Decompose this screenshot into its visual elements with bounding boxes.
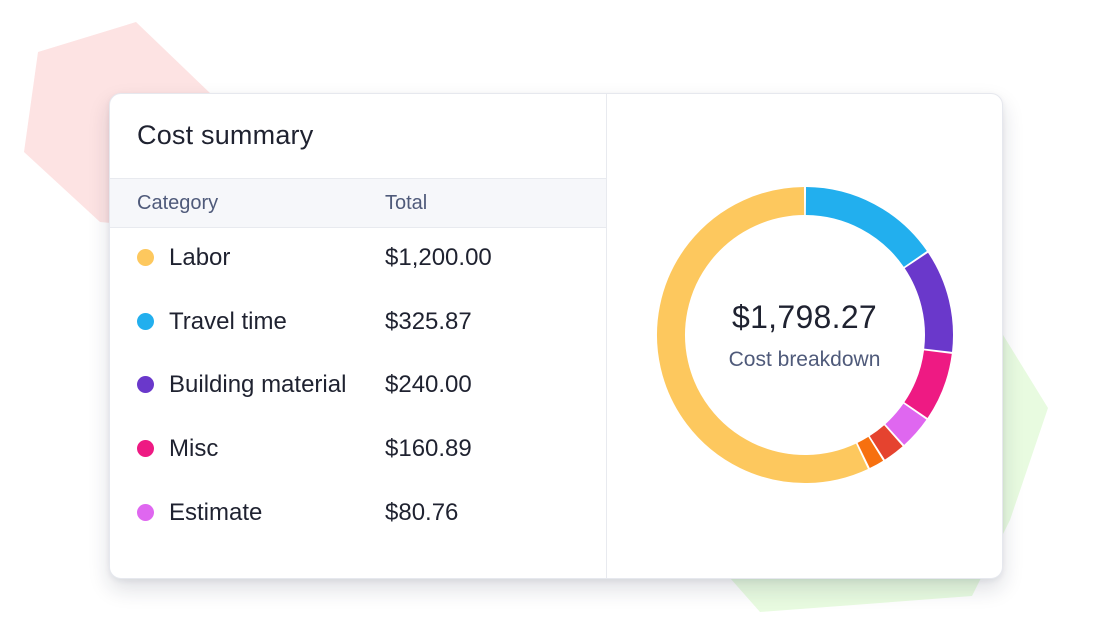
table-header: Category Total: [110, 178, 606, 228]
breakdown-label: Cost breakdown: [728, 348, 881, 371]
cost-summary-card: Cost summary Category Total Labor $1,200…: [109, 93, 1003, 579]
column-header-category: Category: [137, 192, 219, 214]
category-label: Misc: [169, 435, 219, 462]
donut-slice-estimate: [885, 403, 927, 445]
table-row-travel-time: Travel time $325.87: [110, 298, 606, 348]
category-label: Building material: [169, 371, 347, 398]
category-label: Travel time: [169, 308, 287, 335]
cost-table-panel: Cost summary Category Total Labor $1,200…: [110, 94, 606, 578]
amount-value: $80.76: [385, 499, 459, 526]
amount-value: $240.00: [385, 371, 472, 398]
card-title: Cost summary: [137, 120, 314, 150]
table-row-building-material: Building material $240.00: [110, 361, 606, 411]
legend-dot: [137, 249, 154, 266]
amount-value: $1,200.00: [385, 244, 492, 271]
category-label: Estimate: [169, 499, 263, 526]
table-row-labor: Labor $1,200.00: [110, 234, 606, 284]
legend-dot: [137, 440, 154, 457]
cost-breakdown-panel: $1,798.27 Cost breakdown: [607, 94, 1002, 578]
donut-slice-segment-5: [869, 425, 903, 460]
donut-slice-segment-6: [857, 436, 884, 469]
breakdown-total-value: $1,798.27: [731, 299, 878, 335]
amount-value: $160.89: [385, 435, 472, 462]
category-label: Labor: [169, 244, 231, 271]
table-row-estimate: Estimate $80.76: [110, 489, 606, 539]
column-header-total: Total: [385, 192, 428, 214]
table-row-misc: Misc $160.89: [110, 425, 606, 475]
amount-value: $325.87: [385, 308, 472, 335]
cost-breakdown-donut-chart: [657, 187, 953, 483]
donut-slice-travel-time: [805, 187, 927, 268]
legend-dot: [137, 376, 154, 393]
legend-dot: [137, 504, 154, 521]
legend-dot: [137, 313, 154, 330]
